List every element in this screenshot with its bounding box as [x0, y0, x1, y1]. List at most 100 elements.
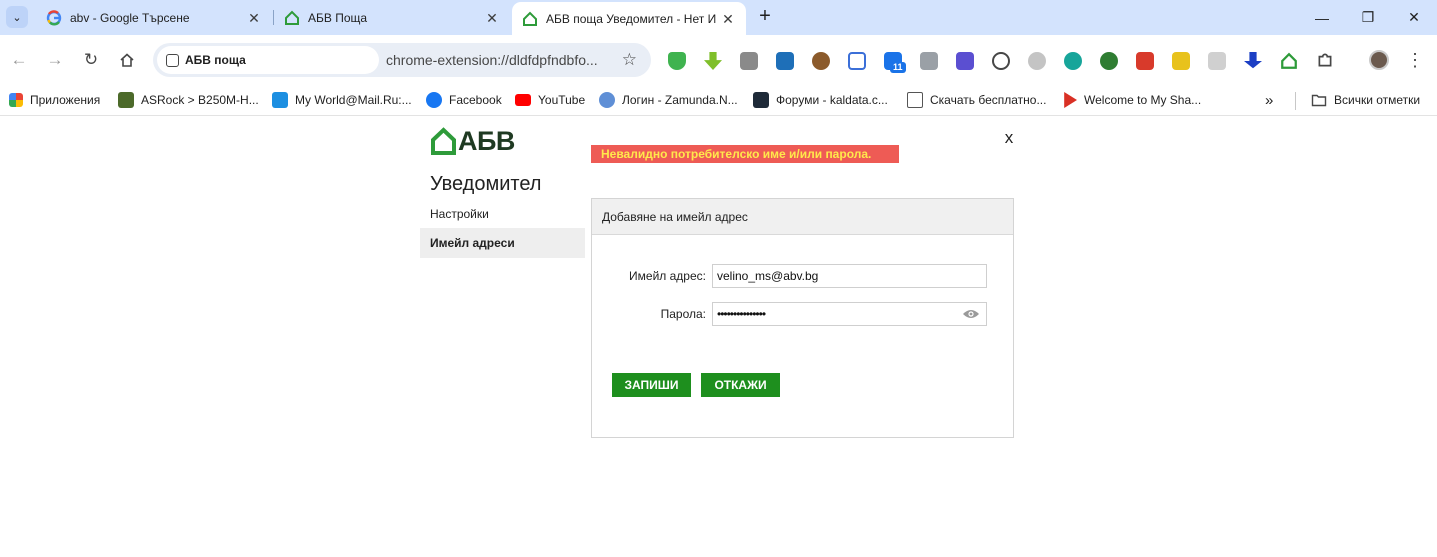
reload-button[interactable]: ↻: [79, 48, 103, 72]
tab-title: АБВ поща Уведомител - Нет И: [546, 11, 717, 26]
tab-abv-mail[interactable]: АБВ Поща ✕: [274, 0, 510, 35]
save-extension-icon[interactable]: [776, 52, 794, 70]
home-button[interactable]: [115, 48, 139, 72]
abv-house-icon: [431, 127, 456, 155]
mail-extension-icon[interactable]: [848, 52, 866, 70]
page-title: Уведомител: [430, 173, 542, 195]
bookmark-download-page[interactable]: Скачать бесплатно...: [907, 89, 1046, 111]
zamunda-icon: [599, 92, 615, 108]
forward-button[interactable]: →: [43, 48, 67, 72]
bookmark-label: Welcome to My Sha...: [1084, 93, 1202, 107]
bookmark-label: Форуми - kaldata.c...: [776, 93, 888, 107]
folder-icon: [1311, 94, 1327, 107]
chevron-down-icon: ⌄: [12, 11, 22, 24]
bookmarks-bar: Приложения ASRock > B250M-H... My World@…: [0, 85, 1437, 116]
cancel-button[interactable]: ОТКАЖИ: [701, 373, 780, 397]
sidebar-item-label: Настройки: [430, 207, 489, 221]
add-email-panel: Добавяне на имейл адрес Имейл адрес: vel…: [591, 198, 1014, 438]
bookmark-apps[interactable]: Приложения: [9, 89, 100, 111]
tab-title: abv - Google Търсене: [70, 10, 190, 25]
tab-title: АБВ Поща: [308, 10, 368, 25]
bookmarks-divider: [1295, 92, 1296, 110]
maximize-button[interactable]: ❐: [1345, 0, 1391, 35]
arrow-left-icon: ←: [10, 50, 28, 69]
back-button[interactable]: ←: [7, 48, 31, 72]
all-bookmarks-button[interactable]: Всички отметки: [1311, 89, 1420, 111]
tab-abv-notifier[interactable]: АБВ поща Уведомител - Нет И ✕: [512, 2, 746, 35]
address-bar[interactable]: АБВ поща chrome-extension://dldfdpfndbfo…: [153, 43, 651, 77]
home-icon: [120, 53, 134, 67]
close-tab-icon[interactable]: ✕: [246, 10, 262, 26]
bookmark-label: Скачать бесплатно...: [930, 93, 1047, 107]
save-button[interactable]: ЗАПИШИ: [612, 373, 691, 397]
share-icon: [1064, 92, 1077, 108]
bookmark-mailru[interactable]: My World@Mail.Ru:...: [272, 89, 412, 111]
abv-house-icon: [285, 10, 299, 25]
reload-icon: ↻: [83, 50, 99, 69]
bookmark-star-icon[interactable]: ☆: [622, 50, 637, 70]
minimize-button[interactable]: —: [1299, 0, 1345, 35]
bookmark-facebook[interactable]: Facebook: [426, 89, 502, 111]
bookmark-asrock[interactable]: ASRock > B250M-H...: [118, 89, 259, 111]
download-page-icon: [907, 92, 923, 108]
browser-menu-icon[interactable]: ⋮: [1406, 48, 1424, 72]
abv-house-icon: [523, 11, 537, 26]
abv-logo: АБВ: [430, 127, 515, 155]
archive-extension-icon[interactable]: [740, 52, 758, 70]
link-extension-icon[interactable]: [1064, 52, 1082, 70]
close-window-button[interactable]: ✕: [1391, 0, 1437, 35]
puzzle-extensions-icon[interactable]: [1316, 51, 1334, 69]
panel-title: Добавяне на имейл адрес: [592, 199, 1013, 235]
tab-search-button[interactable]: ⌄: [6, 6, 28, 28]
arrow-right-icon: →: [46, 50, 64, 69]
game-extension-icon[interactable]: [920, 52, 938, 70]
bookmark-share[interactable]: Welcome to My Sha...: [1061, 89, 1201, 111]
bookmarks-overflow-button[interactable]: »: [1265, 89, 1273, 111]
cloud-extension-icon[interactable]: [992, 52, 1010, 70]
sidebar-item-email-addresses[interactable]: Имейл адреси: [420, 228, 585, 258]
bookmark-label: Facebook: [449, 93, 502, 107]
bookmark-label: ASRock > B250M-H...: [141, 93, 259, 107]
password-label: Парола:: [660, 307, 706, 321]
logo-text: АБВ: [458, 126, 515, 156]
youtube-icon: [515, 94, 531, 106]
bookmark-label: Логин - Zamunda.N...: [622, 93, 738, 107]
eye-icon[interactable]: [962, 308, 980, 320]
bookmark-zamunda[interactable]: Логин - Zamunda.N...: [599, 89, 738, 111]
apps-grid-icon: [9, 93, 23, 107]
shield-extension-icon[interactable]: [668, 52, 686, 70]
tab-strip: ⌄ abv - Google Търсене ✕ АБВ Поща ✕ АБВ …: [0, 0, 1437, 35]
beginner-extension-icon[interactable]: [1172, 52, 1190, 70]
mailru-icon: [272, 92, 288, 108]
site-info-chip[interactable]: АБВ поща: [157, 46, 379, 74]
password-field[interactable]: •••••••••••••••: [712, 302, 987, 326]
asrock-icon: [118, 92, 134, 108]
sidebar-item-label: Имейл адреси: [430, 236, 515, 250]
profile-avatar[interactable]: [1369, 50, 1389, 70]
bookmark-label: YouTube: [538, 93, 586, 107]
error-message: Невалидно потребителско име и/или парола…: [591, 145, 899, 163]
site-chip-label: АБВ поща: [185, 53, 246, 67]
red-shield-extension-icon[interactable]: [1136, 52, 1154, 70]
close-button[interactable]: x: [1001, 128, 1017, 148]
url-text[interactable]: chrome-extension://dldfdpfndbfo...: [386, 52, 598, 68]
new-tab-button[interactable]: +: [754, 6, 776, 28]
kaldata-icon: [753, 92, 769, 108]
bookmark-youtube[interactable]: YouTube: [515, 89, 585, 111]
close-tab-icon[interactable]: ✕: [720, 11, 736, 27]
circle-extension-icon[interactable]: [1028, 52, 1046, 70]
chain-extension-icon[interactable]: [1208, 52, 1226, 70]
abv-house-icon[interactable]: [1280, 52, 1298, 70]
bookmark-label: My World@Mail.Ru:...: [295, 93, 412, 107]
email-field[interactable]: velino_ms@abv.bg: [712, 264, 987, 288]
bookmark-label: Приложения: [30, 93, 101, 107]
layers-extension-icon[interactable]: [956, 52, 974, 70]
all-bookmarks-label: Всички отметки: [1334, 93, 1421, 107]
cookie-extension-icon[interactable]: [812, 52, 830, 70]
email-label: Имейл адрес:: [629, 269, 706, 283]
sidebar-item-settings[interactable]: Настройки: [420, 199, 585, 229]
close-tab-icon[interactable]: ✕: [484, 10, 500, 26]
globe-extension-icon[interactable]: [1100, 52, 1118, 70]
tab-google-search[interactable]: abv - Google Търсене ✕: [36, 0, 272, 35]
bookmark-kaldata[interactable]: Форуми - kaldata.c...: [753, 89, 888, 111]
